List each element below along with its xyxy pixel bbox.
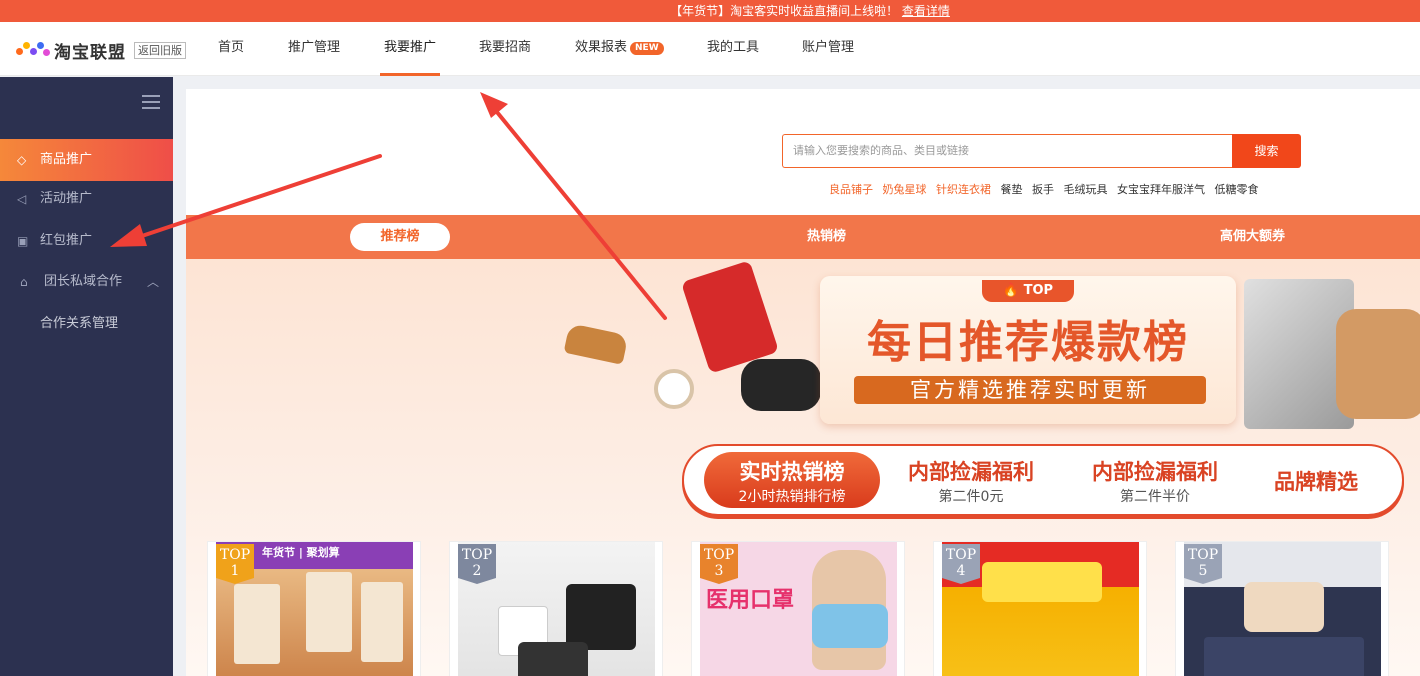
- arrow-to-nav: [490, 104, 667, 320]
- arrowhead-nav: [480, 92, 508, 118]
- arrow-to-sidebar: [128, 154, 382, 242]
- arrowhead-sidebar: [110, 224, 147, 247]
- annotation-arrows: [110, 92, 667, 320]
